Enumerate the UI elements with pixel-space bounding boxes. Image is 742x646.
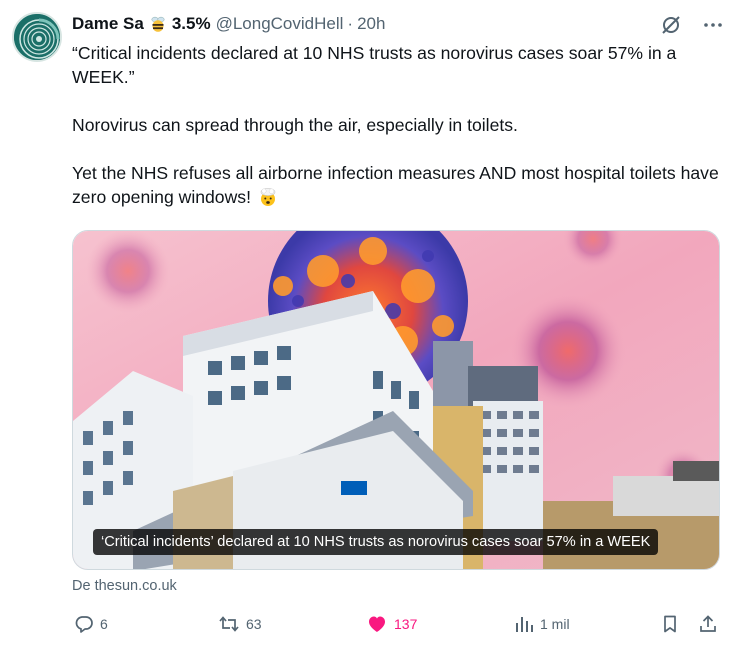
author-handle[interactable]: @LongCovidHell — [216, 14, 344, 34]
article-image — [73, 231, 719, 569]
exploding-head-emoji-icon — [258, 187, 278, 207]
tweet-text-line: “Critical incidents declared at 10 NHS t… — [72, 43, 677, 87]
avatar[interactable] — [12, 12, 62, 62]
tweet-top-actions — [660, 14, 724, 36]
heart-icon — [369, 616, 385, 632]
share-icon — [700, 615, 716, 632]
bookmark-icon — [664, 615, 676, 633]
repost-icon — [219, 616, 239, 632]
repost-count: 63 — [246, 616, 262, 632]
tweet-actions: 6 63 137 1 mil — [72, 610, 722, 638]
link-source[interactable]: De thesun.co.uk — [72, 578, 177, 594]
tweet: Dame Sa 3.5% @LongCovidHell · 20h “Criti… — [0, 0, 742, 646]
tweet-text-line: Norovirus can spread through the air, es… — [72, 115, 518, 135]
views-button[interactable]: 1 mil — [514, 610, 570, 638]
views-count: 1 mil — [540, 616, 570, 632]
more-icon[interactable] — [702, 14, 724, 36]
separator: · — [347, 14, 354, 33]
author-status: 3.5% — [171, 14, 211, 33]
bee-emoji-icon — [149, 15, 167, 33]
bookmark-button[interactable] — [660, 610, 680, 638]
timestamp[interactable]: 20h — [357, 14, 385, 34]
tweet-text: “Critical incidents declared at 10 NHS t… — [72, 41, 722, 209]
tweet-text-line: Yet the NHS refuses all airborne infecti… — [72, 163, 719, 207]
media-caption: ‘Critical incidents’ declared at 10 NHS … — [93, 529, 659, 555]
reply-count: 6 — [100, 616, 108, 632]
author-name[interactable]: Dame Sa — [72, 14, 144, 34]
grok-icon[interactable] — [660, 14, 682, 36]
views-icon — [516, 617, 533, 632]
reply-button[interactable]: 6 — [74, 610, 108, 638]
like-button[interactable]: 137 — [366, 610, 417, 638]
share-button[interactable] — [698, 610, 718, 638]
tweet-header: Dame Sa 3.5% @LongCovidHell · 20h — [72, 13, 385, 35]
reply-icon — [75, 616, 93, 633]
like-count: 137 — [394, 616, 418, 632]
tweet-media-card[interactable]: ‘Critical incidents’ declared at 10 NHS … — [72, 230, 720, 570]
repost-button[interactable]: 63 — [218, 610, 262, 638]
